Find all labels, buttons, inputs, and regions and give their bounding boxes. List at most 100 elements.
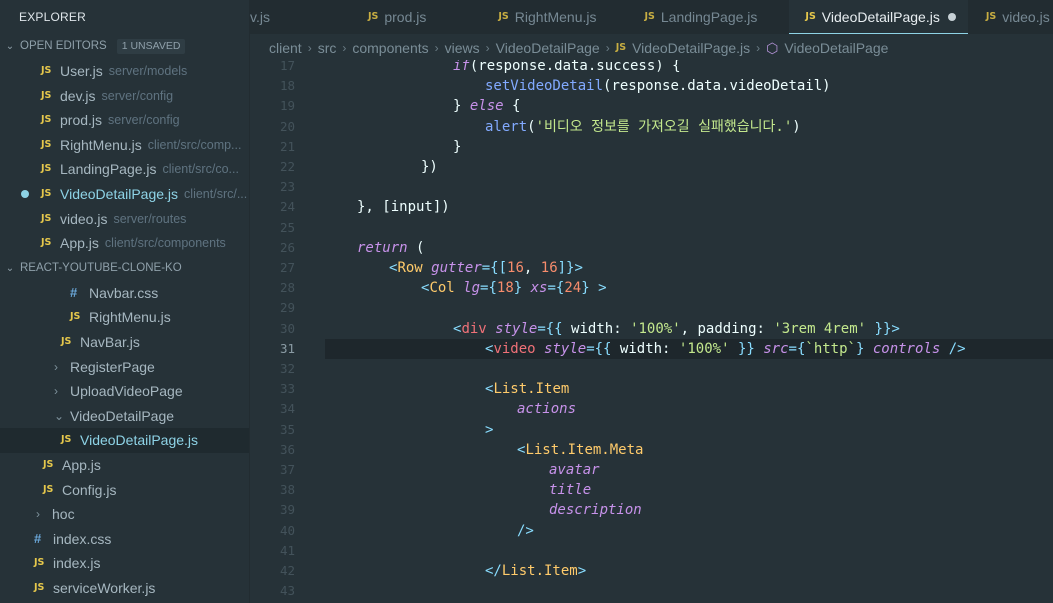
file-name: Config.js	[62, 481, 117, 498]
tab-rightmenu-js[interactable]: JS RightMenu.js	[444, 0, 614, 34]
js-file-icon: JS	[41, 237, 52, 249]
chevron-right-icon: ›	[605, 41, 610, 55]
tab-label: v.js	[250, 9, 270, 25]
open-editor-item[interactable]: JS LandingPage.js client/src/co...	[0, 157, 249, 182]
code-line: 32	[250, 359, 1053, 379]
js-file-icon: JS	[985, 11, 997, 22]
code-line: 19 } else {	[250, 96, 1053, 116]
unsaved-dot-icon[interactable]	[21, 189, 29, 198]
line-number: 33	[279, 381, 295, 397]
js-file-icon: JS	[498, 11, 509, 22]
tab-label: LandingPage.js	[660, 9, 758, 25]
tab-videodetailpage-js[interactable]: JS VideoDetailPage.js	[789, 0, 968, 34]
tree-item[interactable]: JS NavBar.js	[0, 330, 249, 355]
chevron-right-icon: ›	[54, 384, 58, 399]
line-number: 25	[279, 219, 295, 235]
tab-label: RightMenu.js	[514, 9, 597, 25]
tree-item[interactable]: JS index.js	[0, 551, 249, 576]
js-file-icon: JS	[367, 11, 379, 22]
file-path: server/config	[108, 113, 180, 128]
js-file-icon: JS	[615, 42, 627, 53]
project-header[interactable]: ⌄ REACT-YOUTUBE-CLONE-KO	[0, 256, 249, 281]
tree-item[interactable]: # index.css	[0, 527, 249, 552]
breadcrumb-item[interactable]: src	[318, 36, 337, 60]
breadcrumb-item[interactable]: client	[269, 36, 302, 60]
tree-folder[interactable]: › RegisterPage	[0, 355, 249, 380]
file-name: App.js	[60, 235, 99, 252]
file-name: VideoDetailPage.js	[60, 185, 179, 202]
chevron-down-icon: ⌄	[54, 408, 65, 423]
breadcrumb-item[interactable]: VideoDetailPage	[496, 36, 600, 60]
open-editor-item[interactable]: JS RightMenu.js client/src/comp...	[0, 133, 249, 158]
code-line: 24}, [input])	[250, 197, 1053, 217]
open-editors-label: OPEN EDITORS	[20, 40, 107, 52]
code-line: 39 description	[250, 500, 1053, 520]
code-line-gutter: 31	[250, 339, 325, 359]
tree-item[interactable]: JS serviceWorker.js	[0, 576, 249, 601]
chevron-right-icon: ›	[485, 41, 490, 55]
code-editor[interactable]: 17 if(response.data.success) { 18 setVideo…	[250, 60, 1053, 603]
js-file-icon: JS	[644, 11, 655, 22]
code-text: avatar	[549, 462, 600, 478]
js-file-icon: JS	[34, 557, 45, 569]
open-editor-item[interactable]: JS dev.js server/config	[0, 84, 249, 109]
editor-tab-bar: v.js JS prod.js JS RightMenu.js JS LandingP…	[250, 0, 1053, 34]
js-file-icon: JS	[61, 335, 72, 347]
line-number: 43	[279, 583, 295, 599]
code-text: />	[517, 522, 534, 539]
breadcrumb-item[interactable]: views	[445, 36, 480, 60]
js-file-icon: JS	[34, 581, 45, 593]
tab-prod-js[interactable]: JS prod.js	[288, 0, 444, 34]
code-line: 43	[250, 581, 1053, 601]
unsaved-dot-icon[interactable]	[947, 12, 956, 21]
code-line-current: <video style={{ width: '100%' }} src={`h…	[325, 338, 1053, 359]
breadcrumb-item[interactable]: components	[352, 36, 428, 60]
open-editor-item-unsaved[interactable]: JS VideoDetailPage.js client/src/...	[0, 182, 249, 207]
tree-folder[interactable]: ⌄ VideoDetailPage	[0, 404, 249, 429]
folder-name: UploadVideoPage	[70, 383, 183, 400]
code-line: 26 return (	[250, 238, 1053, 258]
line-number: 30	[279, 320, 295, 336]
file-name: prod.js	[60, 112, 103, 129]
tab-landingpage-js[interactable]: JS LandingPage.js	[614, 0, 775, 34]
folder-name: hoc	[52, 506, 75, 523]
code-line: 28 <Col lg={18} xs={24} >	[250, 278, 1053, 298]
open-editor-item[interactable]: JS video.js server/routes	[0, 207, 249, 232]
open-editor-item[interactable]: JS App.js client/src/components	[0, 231, 249, 256]
open-editors-header[interactable]: ⌄ OPEN EDITORS 1 UNSAVED	[0, 34, 249, 59]
tree-folder[interactable]: › UploadVideoPage	[0, 379, 249, 404]
file-name: index.js	[53, 555, 101, 572]
file-name: RightMenu.js	[89, 309, 171, 326]
tree-item[interactable]: JS App.js	[0, 453, 249, 478]
code-text: alert('비디오 정보를 가져오길 실패했습니다.')	[485, 118, 801, 135]
js-file-icon: JS	[41, 138, 52, 150]
code-text: } else {	[453, 98, 521, 115]
tab-v-js[interactable]: v.js	[250, 0, 288, 34]
line-number: 38	[279, 482, 295, 498]
tree-item-active[interactable]: JS VideoDetailPage.js	[0, 428, 249, 453]
code-text: setVideoDetail(response.data.videoDetail…	[485, 78, 831, 95]
open-editor-item[interactable]: JS prod.js server/config	[0, 108, 249, 133]
code-line: 29	[250, 298, 1053, 318]
explorer-title: EXPLORER	[19, 10, 86, 24]
open-editor-item[interactable]: JS User.js server/models	[0, 59, 249, 84]
code-text: title	[549, 482, 592, 499]
breadcrumb-file[interactable]: VideoDetailPage.js	[632, 36, 750, 60]
css-file-icon: #	[70, 284, 78, 300]
code-line: 30 <div style={{ width: '100%', padding: …	[250, 319, 1053, 339]
js-file-icon: JS	[41, 187, 52, 199]
js-file-icon: JS	[70, 311, 81, 323]
line-number: 19	[279, 98, 295, 114]
file-name: dev.js	[60, 87, 96, 104]
file-path: server/models	[108, 64, 188, 78]
breadcrumb-symbol[interactable]: VideoDetailPage	[784, 36, 888, 60]
tree-item[interactable]: JS Config.js	[0, 478, 249, 503]
tree-item[interactable]: JS RightMenu.js	[0, 305, 249, 330]
tree-item[interactable]: # Navbar.css	[0, 281, 249, 306]
tab-video-js[interactable]: JS video.js	[968, 0, 1053, 34]
code-text: actions	[517, 401, 577, 418]
tree-folder[interactable]: › hoc	[0, 502, 249, 527]
js-file-icon: JS	[805, 10, 816, 22]
code-line: 36 <List.Item.Meta	[250, 440, 1053, 460]
code-text: }	[453, 138, 462, 155]
